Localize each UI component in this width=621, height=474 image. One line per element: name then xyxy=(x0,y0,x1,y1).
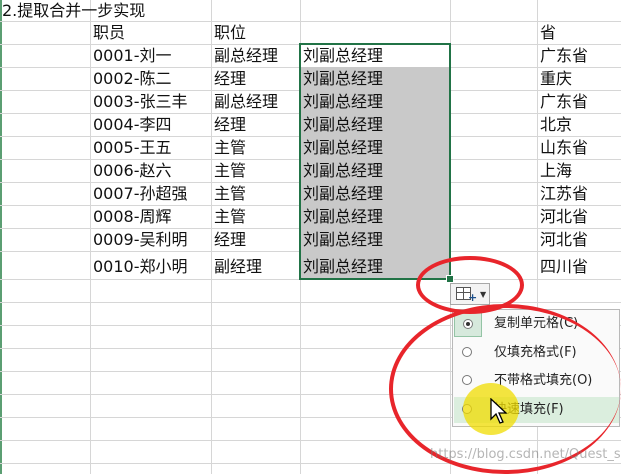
cell-position[interactable]: 主管 xyxy=(211,205,300,228)
cell-employee[interactable]: 0003-张三丰 xyxy=(90,90,211,113)
cell-position[interactable]: 副经理 xyxy=(211,255,300,278)
cell-employee[interactable]: 0005-王五 xyxy=(90,136,211,159)
selection-border xyxy=(299,43,451,280)
cell-employee[interactable]: 0008-周辉 xyxy=(90,205,211,228)
cell-province[interactable]: 重庆 xyxy=(537,67,621,90)
cell-position[interactable]: 副总经理 xyxy=(211,90,300,113)
header-position[interactable]: 职位 xyxy=(211,21,300,44)
cell-employee[interactable]: 0002-陈二 xyxy=(90,67,211,90)
cell-employee[interactable]: 0007-孙超强 xyxy=(90,182,211,205)
cell-province[interactable]: 上海 xyxy=(537,159,621,182)
cell-position[interactable]: 经理 xyxy=(211,113,300,136)
left-edge-border xyxy=(0,0,2,474)
sheet-title: 2.提取合并一步实现 xyxy=(2,1,146,20)
header-province[interactable]: 省 xyxy=(537,21,621,44)
cell-province[interactable]: 江苏省 xyxy=(537,182,621,205)
cell-province[interactable]: 山东省 xyxy=(537,136,621,159)
header-employee[interactable]: 职员 xyxy=(90,21,211,44)
cell-position[interactable]: 主管 xyxy=(211,182,300,205)
cell-province[interactable]: 北京 xyxy=(537,113,621,136)
cell-province[interactable]: 广东省 xyxy=(537,90,621,113)
cell-position[interactable]: 副总经理 xyxy=(211,44,300,67)
cell-position[interactable]: 主管 xyxy=(211,159,300,182)
cell-province[interactable]: 广东省 xyxy=(537,44,621,67)
cell-province[interactable]: 河北省 xyxy=(537,205,621,228)
cell-province[interactable]: 河北省 xyxy=(537,228,621,251)
cell-position[interactable]: 经理 xyxy=(211,67,300,90)
cell-employee[interactable]: 0010-郑小明 xyxy=(90,255,211,278)
cell-position[interactable]: 主管 xyxy=(211,136,300,159)
cell-employee[interactable]: 0006-赵六 xyxy=(90,159,211,182)
cell-employee[interactable]: 0009-吴利明 xyxy=(90,228,211,251)
cell-position[interactable]: 经理 xyxy=(211,228,300,251)
watermark: https://blog.csdn.net/Quest_sac xyxy=(430,447,621,462)
cell-employee[interactable]: 0004-李四 xyxy=(90,113,211,136)
cell-province[interactable]: 四川省 xyxy=(537,255,621,278)
cell-employee[interactable]: 0001-刘一 xyxy=(90,44,211,67)
gridline xyxy=(0,302,621,303)
